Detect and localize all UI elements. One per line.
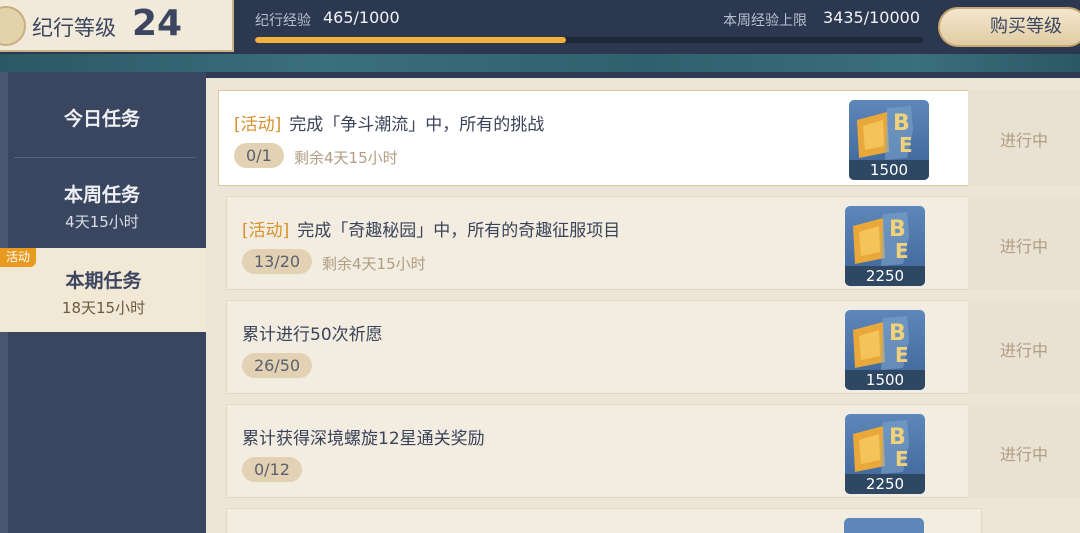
- task-card[interactable]: 累计进行50次祈愿 26/50 B E 1500: [226, 300, 982, 394]
- task-card[interactable]: 累计获得深境螺旋12星通关奖励 0/12 B E 2250: [226, 404, 982, 498]
- tab-label: 本周任务: [63, 184, 140, 206]
- buy-level-button[interactable]: 购买等级: [938, 7, 1080, 47]
- task-event-tag: [活动]: [234, 115, 282, 135]
- reward-amount: 1500: [845, 370, 925, 390]
- task-title-text: 累计进行50次祈愿: [242, 325, 383, 345]
- task-progress: 13/20: [242, 249, 313, 274]
- task-title: 累计进行50次祈愿: [242, 320, 383, 345]
- task-progress: 26/50: [242, 353, 313, 378]
- exp-progress-fill: [255, 37, 566, 43]
- decorative-strip: [0, 54, 1080, 72]
- tab-timer: 4天15小时: [65, 213, 139, 231]
- top-bar: 纪行等级 24 纪行经验 465/1000 本周经验上限 3435/10000 …: [0, 0, 1080, 54]
- level-value: 24: [132, 3, 183, 44]
- task-status-panel: 进行中: [968, 196, 1080, 290]
- svg-text:E: E: [895, 447, 909, 471]
- tab-daily-tasks[interactable]: 今日任务: [8, 78, 196, 154]
- task-remaining-time: 剩余4天15小时: [294, 149, 398, 167]
- task-status: 进行中: [999, 237, 1048, 256]
- reward-exp-icon[interactable]: B E 1500: [849, 100, 929, 180]
- task-title-text: 完成「奇趣秘园」中，所有的奇趣征服项目: [297, 221, 621, 241]
- task-list: [活动] 完成「争斗潮流」中，所有的挑战 0/1 剩余4天15小时 B E 150…: [206, 78, 1080, 533]
- task-title: [活动] 完成「争斗潮流」中，所有的挑战: [234, 110, 544, 135]
- reward-amount: 2250: [845, 266, 925, 286]
- reward-exp-icon[interactable]: B E 2250: [845, 206, 925, 286]
- level-emblem-icon: [0, 6, 26, 46]
- level-panel: 纪行等级 24: [0, 0, 234, 52]
- reward-exp-icon: [844, 518, 924, 533]
- task-status-panel: 进行中: [968, 404, 1080, 498]
- tab-label: 今日任务: [63, 108, 140, 130]
- reward-amount: 2250: [845, 474, 925, 494]
- exp-value: 465/1000: [323, 8, 400, 27]
- task-status: 进行中: [999, 445, 1048, 464]
- svg-text:E: E: [895, 239, 909, 263]
- reward-exp-icon[interactable]: B E 2250: [845, 414, 925, 494]
- task-card[interactable]: [活动] 完成「争斗潮流」中，所有的挑战 0/1 剩余4天15小时 B E 150…: [218, 90, 970, 186]
- tab-weekly-tasks[interactable]: 本周任务 4天15小时: [8, 160, 196, 244]
- weekly-limit-value: 3435/10000: [823, 8, 921, 27]
- reward-exp-icon[interactable]: B E 1500: [845, 310, 925, 390]
- svg-text:E: E: [895, 343, 909, 367]
- task-title: [活动] 完成「奇趣秘园」中，所有的奇趣征服项目: [242, 216, 620, 241]
- tab-label: 本期任务: [65, 270, 142, 292]
- tab-timer: 18天15小时: [61, 299, 146, 317]
- task-remaining-time: 剩余4天15小时: [322, 255, 426, 273]
- reward-amount: 1500: [849, 160, 929, 180]
- weekly-limit-label: 本周经验上限: [723, 13, 807, 29]
- task-status: 进行中: [999, 131, 1048, 150]
- task-title-text: 完成「争斗潮流」中，所有的挑战: [289, 115, 545, 135]
- task-status: 进行中: [999, 341, 1048, 360]
- level-label: 纪行等级: [32, 16, 116, 40]
- exp-label: 纪行经验: [255, 13, 311, 29]
- task-progress: 0/1: [234, 143, 284, 168]
- task-status-panel: 进行中: [968, 300, 1080, 394]
- task-title: 累计获得深境螺旋12星通关奖励: [242, 424, 485, 449]
- event-badge: 活动: [0, 248, 36, 267]
- task-progress: 0/12: [242, 457, 302, 482]
- svg-text:E: E: [899, 133, 913, 157]
- task-card[interactable]: [活动] 完成「奇趣秘园」中，所有的奇趣征服项目 13/20 剩余4天15小时 B…: [226, 196, 982, 290]
- task-event-tag: [活动]: [242, 221, 290, 241]
- task-title-text: 累计获得深境螺旋12星通关奖励: [242, 429, 485, 449]
- task-status-panel: 进行中: [968, 90, 1080, 186]
- tab-divider: [14, 157, 196, 158]
- exp-progress-bar: [255, 37, 923, 43]
